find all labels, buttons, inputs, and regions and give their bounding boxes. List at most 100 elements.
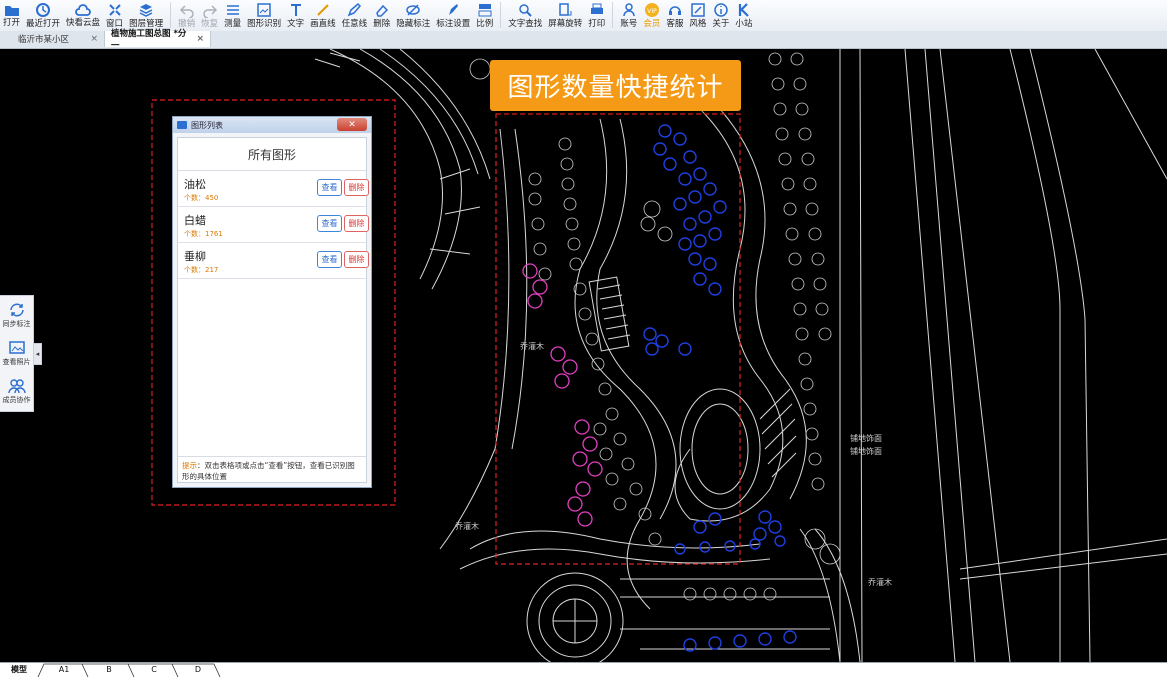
redo-icon [202, 2, 218, 18]
redo-button[interactable]: 恢复 [198, 0, 221, 29]
layers-button[interactable]: 图层管理 [126, 0, 166, 29]
measure-button[interactable]: 测量 [221, 0, 244, 29]
text-button[interactable]: 文字 [284, 0, 307, 29]
tab-linyi-residential[interactable]: 临沂市某小区 × [0, 31, 105, 47]
shape-name: 白蜡 [184, 214, 206, 227]
dialog-tip: 提示：双击表格项或点击“查看”按钮，查看已识别图形的具体位置 [178, 456, 366, 482]
dialog-titlebar[interactable]: 图形列表 ✕ [173, 117, 371, 133]
dialog-body: 所有图形 油松 个数：450 查看 删除 白蜡 个数：1761 查看 删除 垂柳… [177, 137, 369, 483]
view-photos-button[interactable]: 查看照片 [0, 334, 33, 372]
vip-button[interactable]: VIP 会员 [640, 0, 663, 29]
svg-text:乔灌木: 乔灌木 [868, 577, 892, 587]
style-icon [690, 2, 706, 18]
erase-button[interactable]: 删除 [370, 0, 393, 29]
member-collab-button[interactable]: 成员协作 [0, 372, 33, 410]
layout-tab-bar: 模型 A1 B C D [0, 662, 1167, 678]
line-button[interactable]: 画直线 [307, 0, 339, 29]
layout-tab-d[interactable]: D [180, 663, 216, 676]
info-icon [713, 2, 729, 18]
headset-icon [667, 2, 683, 18]
print-icon [589, 2, 605, 18]
members-icon [7, 378, 26, 393]
rotate-screen-button[interactable]: 屏幕旋转 [545, 0, 585, 29]
layout-tab-b[interactable]: B [90, 663, 128, 676]
text-icon [288, 2, 304, 18]
tab-planting-plan[interactable]: 植物施工图总图 *分一 × [105, 29, 211, 51]
view-button[interactable]: 查看 [317, 251, 342, 268]
document-tab-bar: 临沂市某小区 × 植物施工图总图 *分一 × [0, 29, 1167, 51]
photo-icon [8, 340, 25, 354]
image-recognize-icon [256, 2, 272, 18]
image-recognize-button[interactable]: 图形识别 [244, 0, 284, 29]
scale-button[interactable]: 比例 [473, 0, 496, 29]
delete-button[interactable]: 删除 [344, 251, 369, 268]
shape-name: 油松 [184, 178, 206, 191]
list-item[interactable]: 白蜡 个数：1761 查看 删除 [178, 207, 369, 243]
recent-button[interactable]: 最近打开 [23, 0, 63, 29]
print-button[interactable]: 打印 [585, 0, 608, 29]
feature-callout-banner: 图形数量快捷统计 [490, 60, 741, 111]
window-icon [107, 2, 123, 18]
window-button[interactable]: 窗口 [103, 0, 126, 29]
dialog-heading: 所有图形 [178, 138, 366, 171]
layers-icon [138, 2, 154, 18]
tip-label: 提示 [182, 461, 197, 470]
svg-text:乔灌木: 乔灌木 [520, 341, 544, 351]
ruler-icon [225, 2, 241, 18]
open-button[interactable]: 打开 [0, 0, 23, 29]
svg-text:乔灌木: 乔灌木 [455, 521, 479, 531]
close-icon[interactable]: × [90, 34, 98, 44]
app-icon [177, 121, 187, 129]
shape-list-dialog: 图形列表 ✕ 所有图形 油松 个数：450 查看 删除 白蜡 个数：1761 查… [172, 116, 372, 488]
scale-icon [477, 2, 493, 18]
user-icon [621, 2, 637, 18]
clock-icon [35, 2, 51, 18]
annotation-settings-icon [445, 2, 461, 18]
vip-icon: VIP [644, 2, 660, 18]
list-item[interactable]: 油松 个数：450 查看 删除 [178, 171, 369, 207]
cloud-button[interactable]: 快看云盘 [63, 0, 103, 29]
site-button[interactable]: 小站 [732, 0, 755, 29]
account-button[interactable]: 账号 [617, 0, 640, 29]
folder-icon [4, 2, 20, 17]
sync-icon [9, 303, 24, 316]
shape-count: 个数：450 [184, 194, 219, 202]
shape-count: 个数：217 [184, 266, 219, 274]
shape-name: 垂柳 [184, 250, 206, 263]
shape-count: 个数：1761 [184, 230, 223, 238]
support-button[interactable]: 客服 [663, 0, 686, 29]
dialog-close-button[interactable]: ✕ [337, 118, 367, 131]
about-button[interactable]: 关于 [709, 0, 732, 29]
tip-text: ：双击表格项或点击“查看”按钮，查看已识别图形的具体位置 [182, 461, 355, 481]
line-icon [315, 2, 331, 18]
delete-button[interactable]: 删除 [344, 215, 369, 232]
layout-tab-a1[interactable]: A1 [46, 663, 82, 676]
view-button[interactable]: 查看 [317, 215, 342, 232]
svg-text:VIP: VIP [647, 8, 657, 15]
selection-box-drawing [495, 113, 741, 565]
dialog-title: 图形列表 [191, 120, 223, 130]
close-icon[interactable]: × [196, 34, 204, 44]
undo-button[interactable]: 撤销 [175, 0, 198, 29]
sync-annotation-button[interactable]: 同步标注 [0, 296, 33, 334]
layout-tab-c[interactable]: C [136, 663, 172, 676]
svg-text:铺地饰面: 铺地饰面 [850, 433, 882, 443]
annotation-settings-button[interactable]: 标注设置 [433, 0, 473, 29]
side-panel-collapse-button[interactable]: ◂ [34, 343, 42, 365]
toolbar-separator [612, 2, 614, 28]
toolbar-separator [170, 2, 172, 28]
rotate-screen-icon [557, 2, 573, 18]
side-tool-panel: 同步标注 查看照片 成员协作 [0, 295, 34, 412]
k-logo-icon [736, 2, 752, 18]
list-item[interactable]: 垂柳 个数：217 查看 删除 [178, 243, 369, 279]
pen-icon [346, 2, 362, 18]
hide-annotation-button[interactable]: 隐藏标注 [393, 0, 433, 29]
freeline-button[interactable]: 任意线 [339, 0, 371, 29]
view-button[interactable]: 查看 [317, 179, 342, 196]
delete-button[interactable]: 删除 [344, 179, 369, 196]
toolbar-separator [500, 2, 502, 28]
text-search-button[interactable]: 文字查找 [505, 0, 545, 29]
style-button[interactable]: 风格 [686, 0, 709, 29]
layout-tab-model[interactable]: 模型 [4, 663, 34, 676]
undo-icon [179, 2, 195, 18]
